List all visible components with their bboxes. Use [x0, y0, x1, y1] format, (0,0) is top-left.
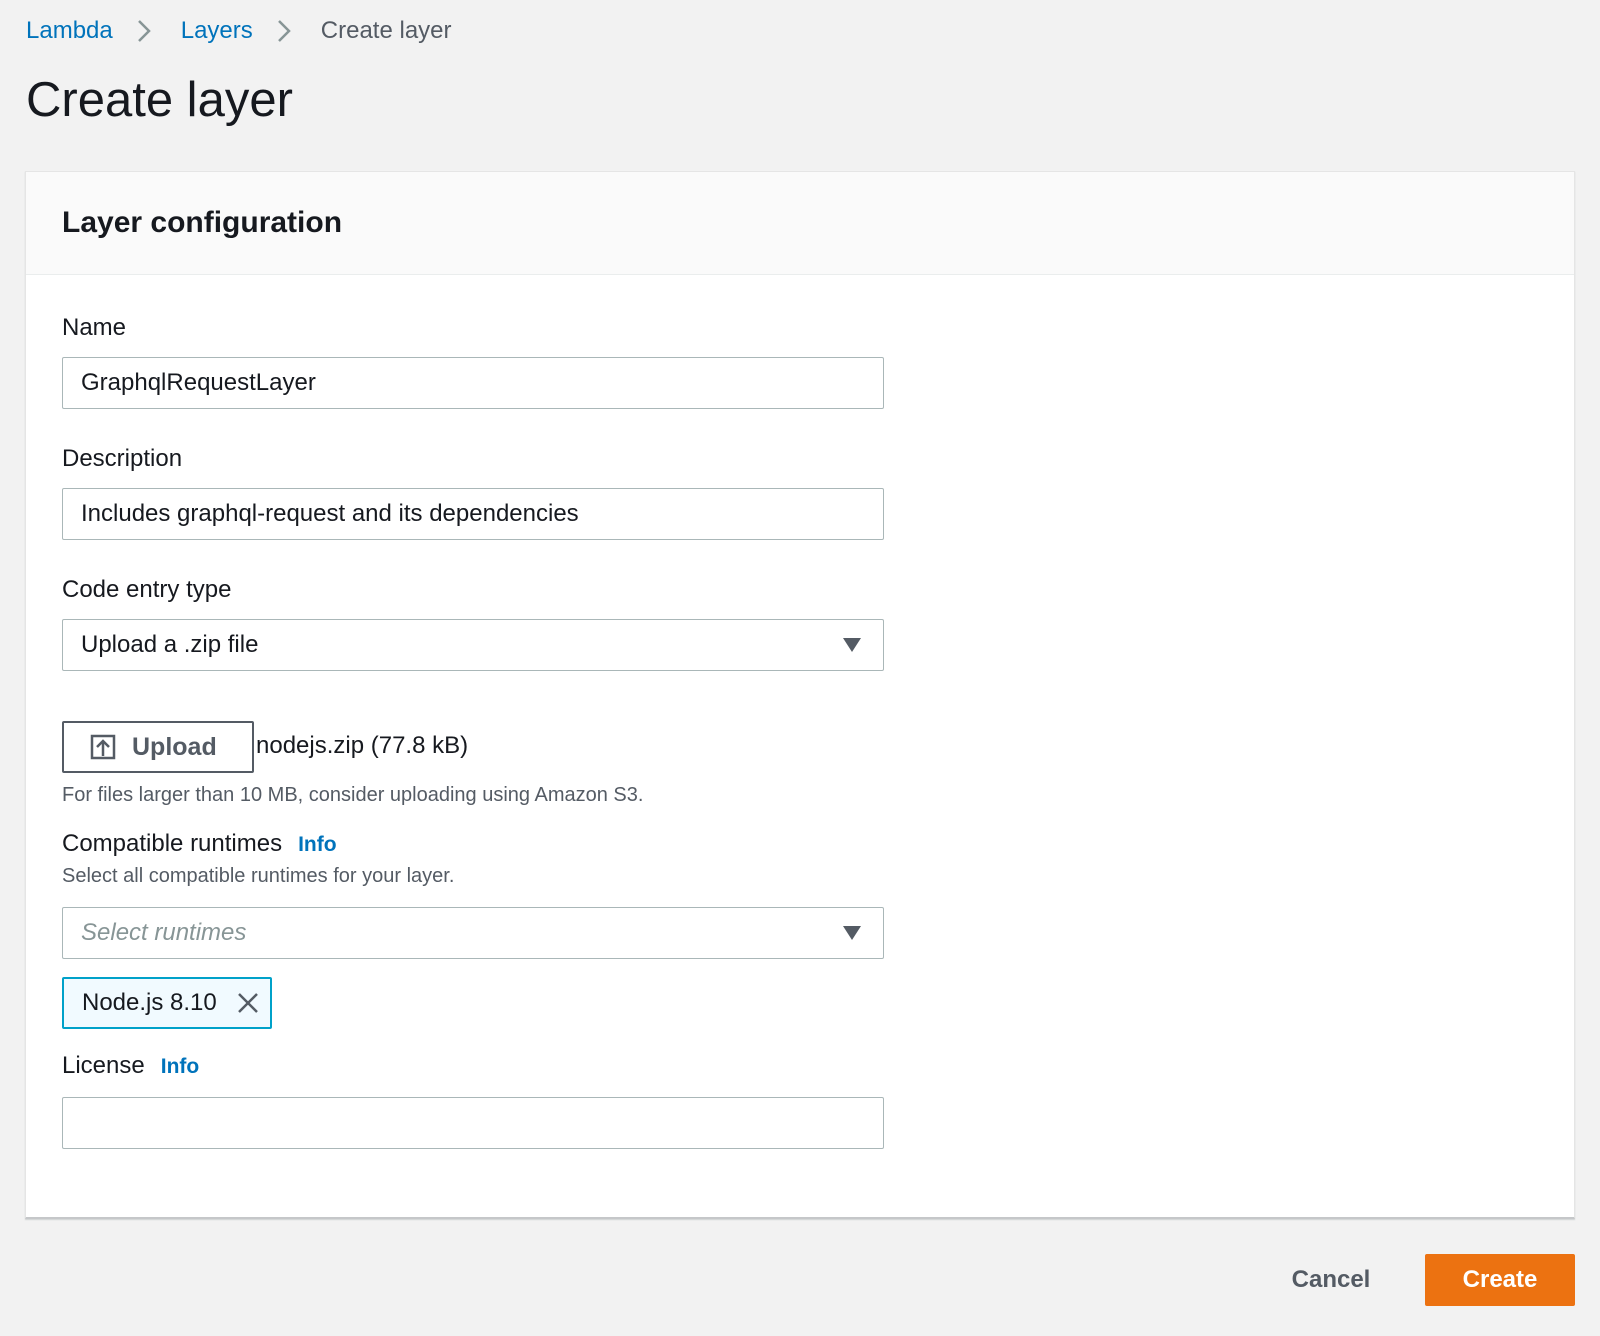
upload-button-label: Upload — [132, 732, 217, 761]
runtime-token: Node.js 8.10 — [62, 977, 272, 1029]
name-label: Name — [62, 314, 127, 341]
panel-title: Layer configuration — [62, 206, 343, 239]
runtimes-placeholder: Select runtimes — [81, 919, 247, 946]
close-icon[interactable] — [235, 990, 261, 1016]
runtimes-select[interactable]: Select runtimes — [62, 907, 884, 959]
upload-button[interactable]: Upload — [62, 721, 254, 773]
breadcrumb-current: Create layer — [320, 17, 452, 44]
create-button[interactable]: Create — [1425, 1254, 1575, 1306]
runtimes-description: Select all compatible runtimes for your … — [62, 865, 455, 887]
license-input[interactable] — [62, 1097, 884, 1149]
description-input[interactable] — [62, 488, 884, 540]
breadcrumb: Lambda Layers Create layer — [26, 14, 452, 48]
page-title: Create layer — [26, 73, 293, 127]
chevron-right-icon — [133, 14, 155, 48]
license-label-row: License Info — [62, 1050, 199, 1083]
breadcrumb-layers-link[interactable]: Layers — [181, 14, 253, 48]
upload-icon — [90, 734, 116, 760]
runtimes-label-row: Compatible runtimes Info — [62, 828, 337, 861]
runtimes-label: Compatible runtimes — [62, 830, 283, 857]
license-label: License — [62, 1052, 145, 1079]
panel-header: Layer configuration — [26, 172, 1574, 275]
license-info-link[interactable]: Info — [161, 1055, 199, 1078]
upload-hint: For files larger than 10 MB, consider up… — [62, 784, 644, 806]
cancel-button[interactable]: Cancel — [1268, 1254, 1394, 1306]
code-entry-type-value: Upload a .zip file — [81, 631, 259, 658]
runtimes-info-link[interactable]: Info — [298, 833, 336, 856]
caret-down-icon — [843, 638, 861, 652]
breadcrumb-lambda-link[interactable]: Lambda — [26, 14, 113, 48]
uploaded-file-name: nodejs.zip (77.8 kB) — [256, 732, 469, 759]
runtime-token-label: Node.js 8.10 — [82, 989, 217, 1016]
description-label: Description — [62, 445, 183, 472]
layer-configuration-panel: Layer configuration Name Description Cod… — [25, 171, 1575, 1219]
code-entry-type-select[interactable]: Upload a .zip file — [62, 619, 884, 671]
name-input[interactable] — [62, 357, 884, 409]
chevron-right-icon — [273, 14, 295, 48]
caret-down-icon — [843, 926, 861, 940]
code-entry-type-label: Code entry type — [62, 576, 232, 603]
